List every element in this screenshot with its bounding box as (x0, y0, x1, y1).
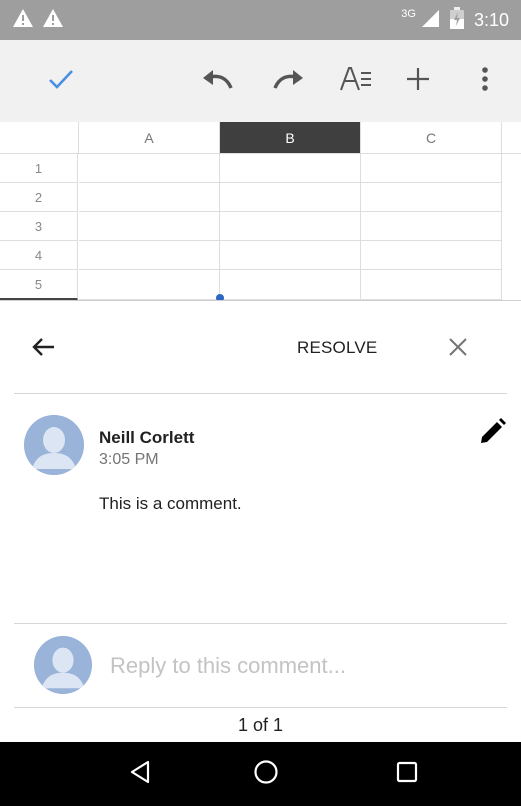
undo-button[interactable] (194, 40, 240, 122)
reply-row (14, 624, 507, 708)
cell-c3[interactable] (361, 212, 502, 241)
back-nav-button[interactable] (110, 742, 170, 806)
comment-item: Neill Corlett 3:05 PM This is a comment. (14, 394, 507, 624)
battery-icon (449, 6, 464, 34)
reply-avatar (34, 636, 92, 694)
avatar (24, 415, 84, 475)
text-format-icon (340, 66, 372, 97)
column-header-a[interactable]: A (79, 122, 220, 154)
recents-nav-button[interactable] (377, 742, 437, 806)
cell-a5[interactable] (79, 270, 220, 300)
status-bar: 3G 3:10 (0, 0, 521, 40)
cell-a4[interactable] (79, 241, 220, 270)
network-type-label: 3G (401, 8, 416, 20)
comment-timestamp: 3:05 PM (99, 451, 159, 468)
recents-square-icon (396, 761, 418, 788)
undo-icon (201, 68, 233, 95)
column-header-b[interactable]: B (220, 122, 361, 154)
clock: 3:10 (473, 9, 509, 30)
cell-a3[interactable] (79, 212, 220, 241)
done-button[interactable] (38, 40, 84, 122)
cell-b2[interactable] (220, 183, 361, 212)
signal-icon (420, 8, 440, 33)
comment-author: Neill Corlett (99, 428, 195, 447)
redo-button[interactable] (266, 40, 312, 122)
close-button[interactable] (440, 331, 476, 367)
spreadsheet-grid: A B C 1 2 3 4 5 (0, 122, 521, 300)
pencil-icon (478, 417, 506, 451)
warning-icon (12, 8, 34, 33)
comment-pager: 1 of 1 (237, 715, 284, 735)
warning-icon (42, 8, 64, 33)
cell-b5[interactable] (220, 270, 361, 300)
cell-b3[interactable] (220, 212, 361, 241)
system-navigation-bar (0, 742, 521, 806)
cell-c5[interactable] (361, 270, 502, 300)
arrow-back-icon (32, 337, 56, 362)
row-header-3[interactable]: 3 (0, 212, 78, 241)
comment-text: This is a comment. (99, 494, 242, 513)
close-icon (448, 337, 468, 362)
cell-c1[interactable] (361, 154, 502, 183)
grid-corner[interactable] (0, 122, 79, 154)
cell-b1[interactable] (220, 154, 361, 183)
back-triangle-icon (129, 760, 151, 789)
home-nav-button[interactable] (236, 742, 296, 806)
cell-a2[interactable] (79, 183, 220, 212)
column-header-d[interactable] (502, 122, 521, 154)
resolve-button[interactable]: RESOLVE (297, 338, 377, 358)
home-circle-icon (253, 759, 279, 790)
cell-c4[interactable] (361, 241, 502, 270)
cell-c2[interactable] (361, 183, 502, 212)
row-header-5[interactable]: 5 (0, 270, 78, 300)
more-options-button[interactable] (462, 40, 508, 122)
reply-input[interactable] (110, 650, 490, 682)
insert-button[interactable] (395, 40, 441, 122)
row-header-1[interactable]: 1 (0, 154, 78, 183)
row-header-2[interactable]: 2 (0, 183, 78, 212)
back-button[interactable] (26, 331, 62, 367)
redo-icon (273, 68, 305, 95)
comment-panel: RESOLVE Neill Corlett 3:05 PM This is a … (0, 300, 521, 742)
cell-a1[interactable] (79, 154, 220, 183)
row-header-4[interactable]: 4 (0, 241, 78, 270)
edit-comment-button[interactable] (476, 417, 508, 451)
comment-panel-header (14, 301, 507, 394)
column-header-c[interactable]: C (361, 122, 502, 154)
plus-icon (405, 66, 431, 97)
editor-toolbar (0, 40, 521, 122)
checkmark-icon (48, 68, 74, 95)
more-vert-icon (481, 66, 489, 97)
cell-b4[interactable] (220, 241, 361, 270)
format-text-button[interactable] (333, 40, 379, 122)
